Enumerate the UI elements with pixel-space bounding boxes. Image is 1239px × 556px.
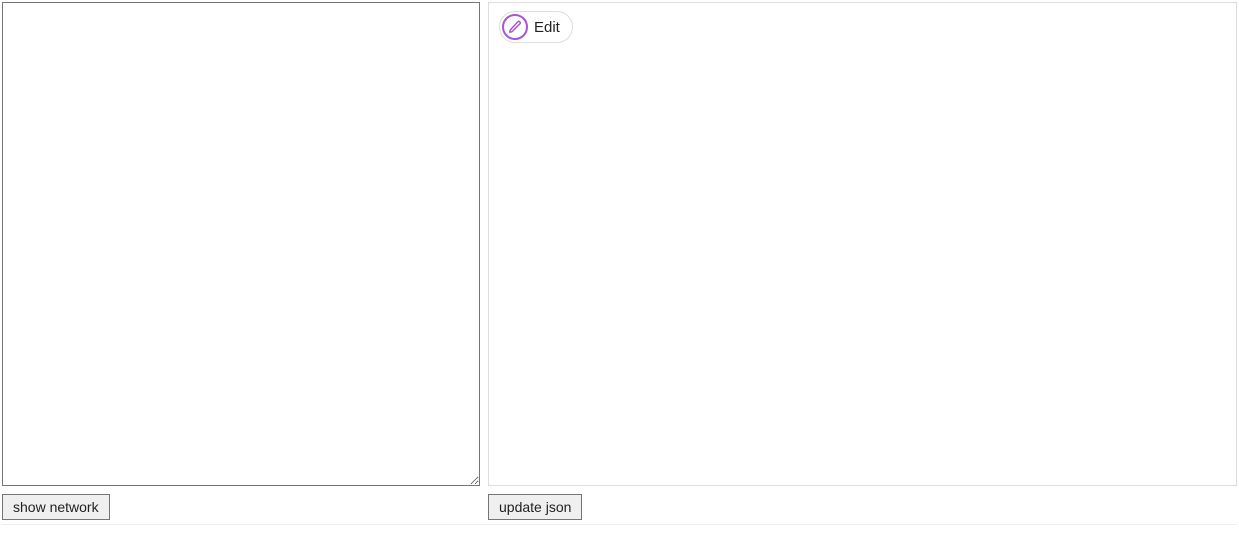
right-button-row: update json — [488, 494, 1237, 520]
show-network-button[interactable]: show network — [2, 494, 110, 520]
right-panel: Edit update json — [488, 2, 1237, 520]
left-button-row: show network — [2, 494, 480, 520]
network-input-textarea[interactable] — [2, 2, 480, 486]
network-canvas[interactable]: Edit — [488, 2, 1237, 486]
update-json-button[interactable]: update json — [488, 494, 582, 520]
left-panel: show network — [2, 2, 480, 520]
edit-button[interactable]: Edit — [499, 11, 573, 43]
edit-icon — [502, 14, 528, 40]
main-container: show network Edit update json — [2, 2, 1237, 525]
edit-button-label: Edit — [534, 19, 560, 36]
